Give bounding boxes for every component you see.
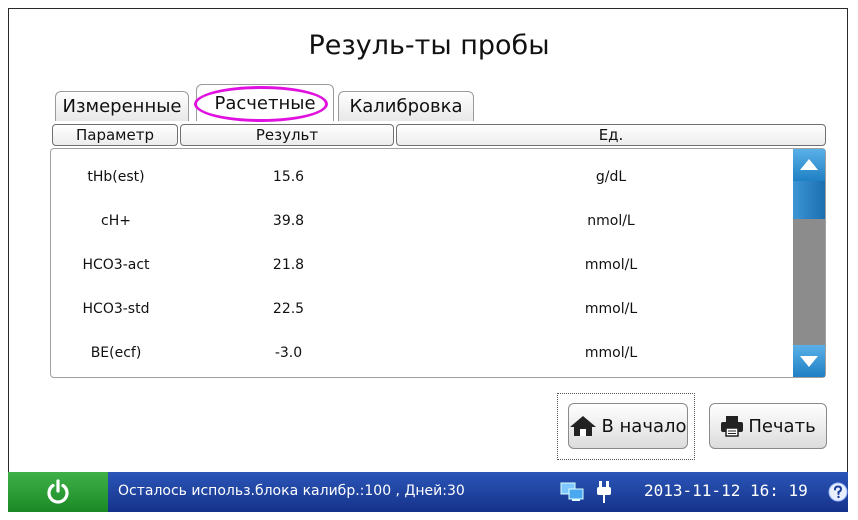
tab-calibration[interactable]: Калибровка <box>338 91 474 121</box>
row-value: 22.5 <box>272 301 305 317</box>
row-value: 21.8 <box>272 257 305 273</box>
row-unit: mmol/L <box>584 301 638 317</box>
row-value: 39.8 <box>272 213 305 229</box>
arrow-up-icon <box>800 159 818 170</box>
tab-calculated[interactable]: Расчетные <box>196 84 334 121</box>
row-param: HCO3-act <box>82 257 150 273</box>
page-title: Резуль-ты пробы <box>308 30 550 61</box>
status-bar: Осталось использ.блока калибр.:100 , Дне… <box>8 472 848 512</box>
row-value: -3.0 <box>274 345 303 361</box>
table-row: cH+ 39.8 nmol/L <box>51 201 791 241</box>
vertical-scrollbar[interactable] <box>793 149 825 377</box>
print-button[interactable]: Печать <box>709 403 827 449</box>
table-row: BE(ecf) -3.0 mmol/L <box>51 333 791 373</box>
help-icon[interactable] <box>828 482 848 502</box>
home-icon <box>570 416 597 436</box>
row-param: cH+ <box>101 213 131 229</box>
column-header-unit: Ед. <box>396 124 826 146</box>
row-unit: g/dL <box>595 169 627 185</box>
print-button-label: Печать <box>748 415 816 437</box>
column-header-parameter: Параметр <box>52 124 178 146</box>
column-header-result: Результ <box>180 124 394 146</box>
scrollbar-thumb[interactable] <box>793 181 825 219</box>
home-button[interactable]: В начало <box>568 403 688 449</box>
table-row: HCO3-std 22.5 mmol/L <box>51 289 791 329</box>
row-param: tHb(est) <box>87 169 145 185</box>
row-unit: nmol/L <box>587 213 635 229</box>
status-message: Осталось использ.блока калибр.:100 , Дне… <box>118 483 465 499</box>
arrow-down-icon <box>800 356 818 367</box>
status-datetime: 2013-11-12 16: 19 <box>644 481 808 500</box>
row-param: HCO3-std <box>82 301 150 317</box>
home-button-label: В начало <box>601 415 687 437</box>
scroll-up-button[interactable] <box>793 149 825 181</box>
table-row: tHb(est) 15.6 g/dL <box>51 157 791 197</box>
results-table: tHb(est) 15.6 g/dL cH+ 39.8 nmol/L HCO3-… <box>50 148 826 378</box>
plug-icon <box>597 481 611 503</box>
printer-icon <box>721 416 744 437</box>
row-unit: mmol/L <box>584 257 638 273</box>
row-value: 15.6 <box>272 169 305 185</box>
row-unit: mmol/L <box>584 345 638 361</box>
scroll-down-button[interactable] <box>793 345 825 377</box>
power-button[interactable] <box>8 472 108 512</box>
computer-icon <box>560 482 584 501</box>
table-row: HCO3-act 21.8 mmol/L <box>51 245 791 285</box>
power-icon <box>47 479 69 504</box>
tab-measured[interactable]: Измеренные <box>55 91 189 121</box>
row-param: BE(ecf) <box>90 345 142 361</box>
